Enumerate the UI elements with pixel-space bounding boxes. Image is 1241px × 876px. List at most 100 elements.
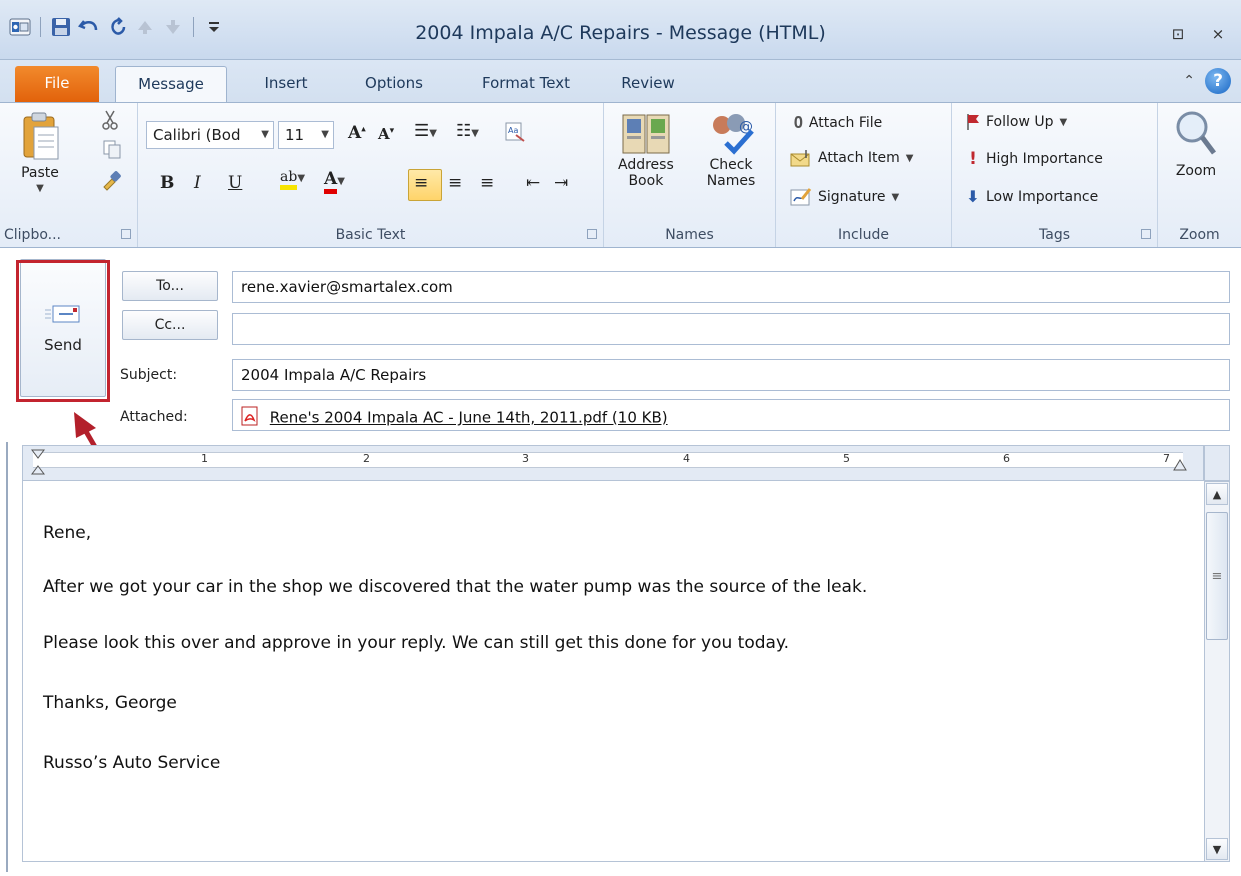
paste-label: Paste bbox=[21, 165, 59, 181]
align-left-icon[interactable]: ≡ bbox=[414, 173, 428, 193]
tab-message[interactable]: Message bbox=[115, 66, 227, 102]
follow-up-button[interactable]: Follow Up ▼ bbox=[966, 113, 1067, 131]
high-importance-button[interactable]: ! High Importance bbox=[966, 149, 1103, 169]
paste-button[interactable]: Paste ▼ bbox=[20, 111, 60, 194]
indent-marker-icon[interactable] bbox=[31, 448, 45, 478]
ruler-number: 3 bbox=[522, 452, 529, 465]
follow-up-label: Follow Up bbox=[986, 114, 1054, 130]
to-button[interactable]: To... bbox=[122, 271, 218, 301]
envelope-attach-icon bbox=[790, 150, 810, 167]
magnifier-icon bbox=[1176, 111, 1216, 155]
scroll-down-button[interactable]: ▼ bbox=[1206, 838, 1228, 860]
cc-button[interactable]: Cc... bbox=[122, 310, 218, 340]
highlight-icon: ab bbox=[280, 169, 298, 190]
chevron-down-icon: ▼ bbox=[261, 129, 269, 140]
group-basic-text: Calibri (Bod ▼ 11 ▼ A▴ A▾ ☰▼ ☷▼ Aa B I U… bbox=[138, 103, 604, 247]
check-names-button[interactable]: @ Check Names bbox=[706, 109, 756, 189]
highlight-button[interactable]: ab▼ bbox=[280, 169, 305, 190]
group-zoom: Zoom Zoom bbox=[1158, 103, 1241, 247]
view-ruler-button[interactable] bbox=[1204, 445, 1230, 481]
zoom-button[interactable]: Zoom bbox=[1172, 109, 1220, 179]
tab-file[interactable]: File bbox=[15, 66, 99, 102]
ruler-number: 6 bbox=[1003, 452, 1010, 465]
vertical-scrollbar[interactable]: ▲ ≡ ▼ bbox=[1204, 481, 1230, 862]
minimize-ribbon-icon[interactable]: ⌃ bbox=[1183, 73, 1195, 89]
names-group-label: Names bbox=[665, 227, 714, 243]
body-greeting: Rene, bbox=[43, 523, 92, 543]
font-name-box[interactable]: Calibri (Bod ▼ bbox=[146, 121, 274, 149]
shrink-font-icon[interactable]: A▾ bbox=[378, 125, 394, 143]
group-tags: Follow Up ▼ ! High Importance ⬇ Low Impo… bbox=[952, 103, 1158, 247]
scroll-thumb[interactable]: ≡ bbox=[1206, 512, 1228, 640]
attach-item-button[interactable]: Attach Item ▼ bbox=[790, 149, 913, 167]
address-book-label-1: Address bbox=[618, 157, 674, 173]
include-group-label: Include bbox=[838, 227, 889, 243]
tab-format-text[interactable]: Format Text bbox=[458, 66, 594, 102]
underline-button[interactable]: U bbox=[228, 173, 242, 193]
send-button[interactable]: Send bbox=[20, 259, 106, 397]
align-center-icon[interactable]: ≡ bbox=[448, 173, 462, 193]
tab-options[interactable]: Options bbox=[342, 66, 446, 102]
low-importance-button[interactable]: ⬇ Low Importance bbox=[966, 187, 1098, 206]
clipboard-launcher-icon[interactable] bbox=[121, 229, 131, 239]
pdf-icon bbox=[241, 406, 259, 430]
format-painter-button[interactable] bbox=[100, 169, 122, 191]
attach-item-label: Attach Item bbox=[818, 150, 900, 166]
check-names-label-2: Names bbox=[706, 173, 756, 189]
right-indent-marker-icon[interactable] bbox=[1173, 458, 1187, 474]
font-color-button[interactable]: A▼ bbox=[324, 169, 345, 194]
zoom-label: Zoom bbox=[1175, 163, 1217, 179]
help-area: ⌃ ? bbox=[1183, 68, 1231, 94]
title-bar: 2004 Impala A/C Repairs - Message (HTML)… bbox=[0, 0, 1241, 60]
ribbon-tabs: File Message Insert Options Format Text … bbox=[0, 60, 1241, 102]
address-book-label-2: Book bbox=[628, 173, 664, 189]
attachment-link[interactable]: Rene's 2004 Impala AC - June 14th, 2011.… bbox=[270, 409, 668, 427]
font-color-icon: A bbox=[324, 169, 338, 194]
help-icon[interactable]: ? bbox=[1205, 68, 1231, 94]
increase-indent-icon[interactable]: ⇥ bbox=[554, 173, 568, 193]
group-include: 𝟎 Attach File Attach Item ▼ Signature ▼ … bbox=[776, 103, 952, 247]
restore-button[interactable]: ⊡ bbox=[1166, 22, 1190, 46]
address-book-icon bbox=[622, 114, 670, 154]
scissors-icon bbox=[102, 110, 118, 130]
cc-field[interactable] bbox=[232, 313, 1230, 345]
grow-font-icon[interactable]: A▴ bbox=[348, 123, 366, 143]
svg-text:Aa: Aa bbox=[508, 126, 518, 135]
address-book-button[interactable]: Address Book bbox=[618, 109, 674, 189]
italic-button[interactable]: I bbox=[194, 173, 201, 193]
tab-review[interactable]: Review bbox=[600, 66, 696, 102]
paperclip-icon: 𝟎 bbox=[794, 113, 803, 132]
flag-icon bbox=[967, 114, 979, 130]
basic-text-launcher-icon[interactable] bbox=[587, 229, 597, 239]
cut-button[interactable] bbox=[100, 109, 120, 131]
attachment-field[interactable]: Rene's 2004 Impala AC - June 14th, 2011.… bbox=[232, 399, 1230, 431]
body-paragraph-1: After we got your car in the shop we dis… bbox=[43, 577, 868, 597]
ruler-number: 1 bbox=[201, 452, 208, 465]
ruler-number: 4 bbox=[683, 452, 690, 465]
chevron-down-icon: ▼ bbox=[321, 129, 329, 140]
tags-launcher-icon[interactable] bbox=[1141, 229, 1151, 239]
copy-button[interactable] bbox=[102, 139, 122, 159]
bold-button[interactable]: B bbox=[160, 173, 174, 193]
zoom-group-label: Zoom bbox=[1179, 227, 1220, 243]
copy-icon bbox=[103, 140, 121, 159]
font-size-box[interactable]: 11 ▼ bbox=[278, 121, 334, 149]
ruler-number: 5 bbox=[843, 452, 850, 465]
signature-icon bbox=[790, 188, 812, 206]
styles-icon[interactable]: Aa bbox=[504, 121, 526, 148]
exclamation-icon: ! bbox=[969, 149, 977, 169]
decrease-indent-icon[interactable]: ⇤ bbox=[526, 173, 540, 193]
font-name-value: Calibri (Bod bbox=[153, 126, 241, 144]
close-button[interactable]: ⨯ bbox=[1206, 22, 1230, 46]
tab-insert[interactable]: Insert bbox=[240, 66, 332, 102]
message-body[interactable]: Rene, After we got your car in the shop … bbox=[22, 481, 1204, 862]
attach-file-button[interactable]: 𝟎 Attach File bbox=[794, 113, 882, 133]
signature-button[interactable]: Signature ▼ bbox=[790, 187, 899, 207]
subject-field[interactable]: 2004 Impala A/C Repairs bbox=[232, 359, 1230, 391]
scroll-up-button[interactable]: ▲ bbox=[1206, 483, 1228, 505]
to-field[interactable]: rene.xavier@smartalex.com bbox=[232, 271, 1230, 303]
bullets-icon[interactable]: ☰▼ bbox=[414, 121, 437, 141]
format-painter-icon bbox=[103, 171, 121, 191]
numbering-icon[interactable]: ☷▼ bbox=[456, 121, 479, 141]
align-right-icon[interactable]: ≡ bbox=[480, 173, 494, 193]
